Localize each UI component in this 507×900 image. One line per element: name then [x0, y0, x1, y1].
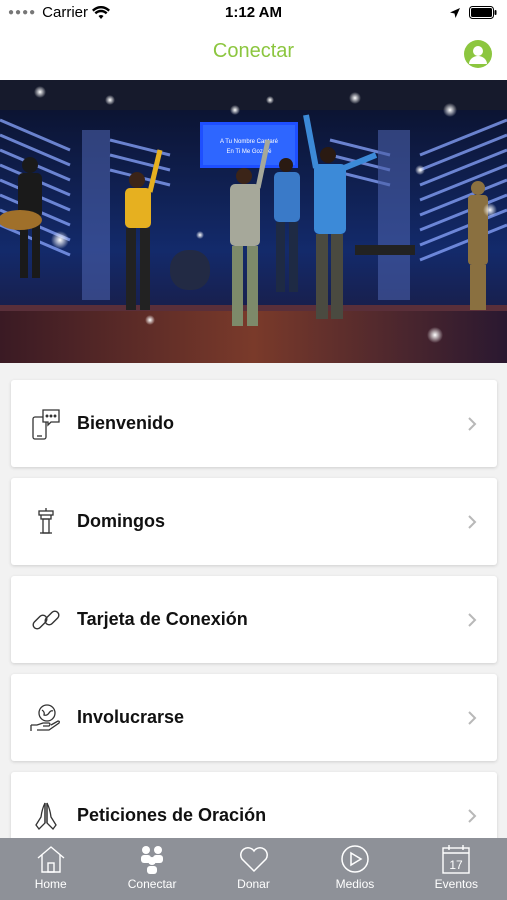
menu-item-label: Domingos — [77, 511, 165, 531]
chevron-right-icon — [468, 612, 477, 627]
tab-label: Conectar — [127, 877, 177, 891]
home-icon — [37, 846, 65, 873]
people-icon — [141, 846, 164, 874]
worship-stage-illustration: A Tu Nombre Cantaré En Ti Me Gozaré — [0, 80, 507, 363]
menu-item-bienvenido[interactable]: Bienvenido — [11, 380, 497, 467]
location-arrow-icon — [450, 7, 460, 18]
menu-item-tarjeta-de-conexion[interactable]: Tarjeta de Conexión — [11, 576, 497, 663]
status-right — [449, 6, 497, 19]
calendar-icon: 17 — [442, 845, 471, 874]
tab-medios[interactable]: Medios — [304, 838, 405, 900]
menu-item-domingos[interactable]: Domingos — [11, 478, 497, 565]
status-bar: ●●●● Carrier 1:12 AM — [0, 0, 507, 28]
hand-globe-icon — [29, 701, 63, 735]
chevron-right-icon — [468, 808, 477, 823]
chevron-right-icon — [468, 416, 477, 431]
tab-bar: Home Conectar Donar Medios 17 Eventos — [0, 838, 507, 900]
page-title: Conectar — [212, 40, 295, 62]
phone-chat-icon — [29, 407, 63, 441]
tab-label: Home — [34, 877, 67, 891]
heart-icon — [239, 847, 268, 873]
link-icon — [29, 603, 63, 637]
podium-icon — [29, 505, 63, 539]
profile-button[interactable] — [464, 40, 492, 68]
tab-conectar[interactable]: Conectar — [101, 838, 202, 900]
tab-donar[interactable]: Donar — [203, 838, 304, 900]
menu-item-label: Tarjeta de Conexión — [77, 609, 248, 629]
tab-home[interactable]: Home — [0, 838, 101, 900]
play-icon — [341, 845, 369, 873]
chevron-right-icon — [468, 710, 477, 725]
user-icon — [469, 46, 487, 64]
menu-item-involucrarse[interactable]: Involucrarse — [11, 674, 497, 761]
menu-item-label: Bienvenido — [77, 413, 175, 433]
calendar-day: 17 — [450, 858, 464, 872]
status-time: 1:12 AM — [225, 4, 282, 21]
hero-image: A Tu Nombre Cantaré En Ti Me Gozaré — [0, 80, 507, 363]
menu-item-label: Peticiones de Oración — [77, 805, 267, 825]
tab-label: Medios — [335, 877, 375, 891]
chevron-right-icon — [468, 514, 477, 529]
menu-item-label: Involucrarse — [77, 707, 185, 727]
praying-hands-icon — [29, 799, 63, 833]
nav-bar: Conectar — [0, 28, 507, 80]
menu-list: Bienvenido Domingos Tarjeta de Conexión — [11, 380, 497, 870]
tab-eventos[interactable]: 17 Eventos — [406, 838, 507, 900]
battery-icon — [469, 6, 497, 19]
tab-label: Eventos — [434, 877, 478, 891]
tab-label: Donar — [237, 877, 270, 891]
